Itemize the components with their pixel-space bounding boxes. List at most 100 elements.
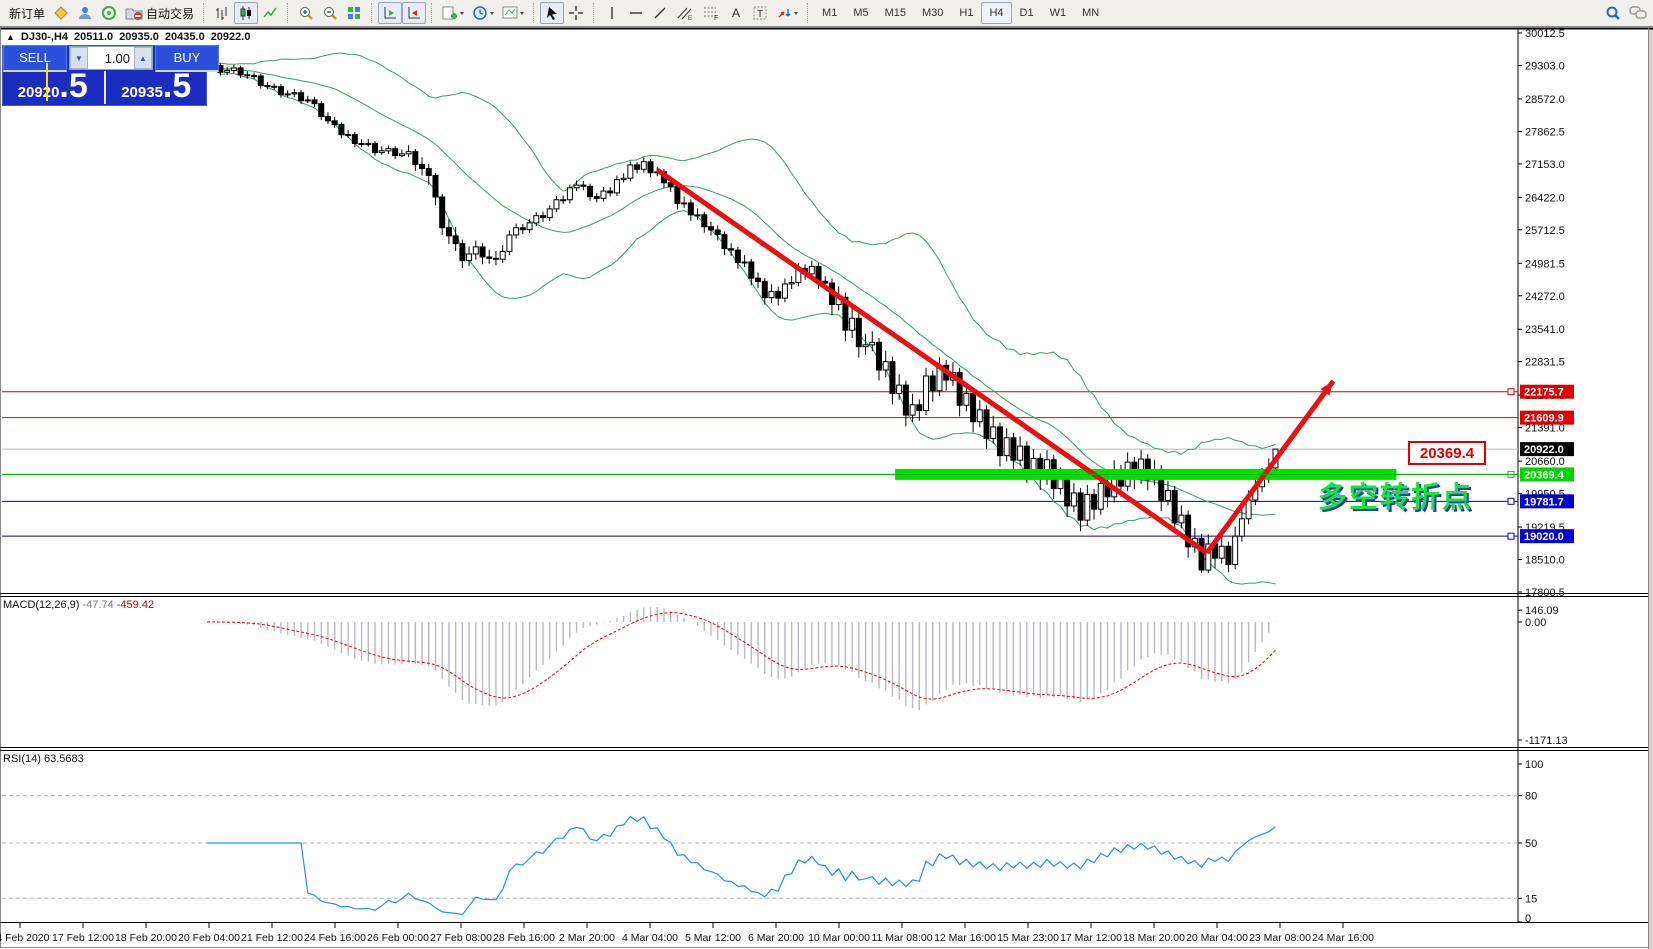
svg-text:A: A (732, 6, 740, 20)
svg-text:27862.5: 27862.5 (1525, 126, 1565, 138)
toolbar-separator (807, 3, 809, 23)
vline-icon[interactable] (600, 2, 624, 24)
timeframe-h4[interactable]: H4 (981, 2, 1011, 24)
svg-text:19020.0: 19020.0 (1524, 531, 1564, 543)
toolbar-separator (533, 3, 535, 23)
signals-icon[interactable] (97, 2, 121, 24)
sell-price[interactable]: 20920 .5 (2, 71, 104, 104)
bar-open: 20511.0 (74, 31, 113, 43)
svg-text:25712.5: 25712.5 (1525, 225, 1565, 237)
svg-text:0: 0 (1525, 913, 1531, 925)
text-icon[interactable]: A (724, 2, 748, 24)
svg-text:4 Mar 04:00: 4 Mar 04:00 (622, 932, 678, 944)
rsi-label: RSI(14) 63.5683 (3, 753, 84, 765)
timeframe-m5[interactable]: M5 (845, 2, 876, 24)
svg-text:17800.5: 17800.5 (1525, 587, 1565, 599)
volume-increase-button[interactable]: ▲ (134, 47, 152, 69)
sell-price-main: 20920 (18, 84, 60, 101)
new-chart-icon[interactable] (438, 2, 468, 24)
chart-candles-icon[interactable] (234, 2, 258, 24)
chart-bars-icon[interactable] (210, 2, 234, 24)
arrows-icon[interactable] (772, 2, 802, 24)
toolbar-separator (203, 3, 205, 23)
svg-text:20369.4: 20369.4 (1524, 469, 1565, 481)
svg-text:T: T (757, 9, 763, 20)
metaeditor-icon[interactable] (49, 2, 73, 24)
toolbar-separator (593, 3, 595, 23)
hline-icon[interactable] (624, 2, 648, 24)
tile-windows-icon[interactable] (342, 2, 366, 24)
symbol-period: DJ30-,H4 (21, 31, 68, 43)
timeframe-m15[interactable]: M15 (877, 2, 914, 24)
timeframe-m30[interactable]: M30 (914, 2, 951, 24)
volume-input[interactable] (88, 50, 134, 67)
autotrading-button[interactable]: 自动交易 (121, 2, 198, 24)
panel-expander-icon[interactable]: ▲ (6, 32, 15, 42)
new-order-button[interactable]: 新订单 (2, 2, 49, 24)
rsi-name: RSI(14) (3, 753, 41, 765)
sell-button[interactable]: SELL (3, 45, 67, 72)
zoom-out-icon[interactable] (318, 2, 342, 24)
svg-text:10 Mar 00:00: 10 Mar 00:00 (808, 932, 870, 944)
svg-text:29303.0: 29303.0 (1525, 60, 1565, 72)
svg-text:-1171.13: -1171.13 (1525, 735, 1568, 747)
one-click-trading-panel: SELL ▼ ▲ BUY 20920 .5 20935 .5 (2, 45, 207, 106)
buy-price[interactable]: 20935 .5 (106, 71, 208, 104)
sell-price-fraction: .5 (59, 71, 87, 101)
templates-icon[interactable] (498, 2, 528, 24)
search-icon[interactable] (1601, 2, 1625, 24)
svg-text:18 Mar 20:00: 18 Mar 20:00 (1123, 932, 1185, 944)
turning-point-annotation[interactable]: 多空转折点 (1318, 474, 1473, 516)
svg-text:23541.0: 23541.0 (1525, 324, 1565, 336)
chart-shift-icon[interactable] (402, 2, 426, 24)
channel-icon[interactable]: E (672, 2, 698, 24)
community-icon[interactable] (73, 2, 97, 24)
svg-text:50: 50 (1525, 838, 1537, 850)
buy-price-main: 20935 (121, 84, 163, 101)
timeframe-m1[interactable]: M1 (814, 2, 845, 24)
svg-text:15 Mar 23:00: 15 Mar 23:00 (997, 932, 1059, 944)
svg-text:2 Mar 20:00: 2 Mar 20:00 (559, 932, 615, 944)
svg-text:11 Mar 08:00: 11 Mar 08:00 (871, 932, 932, 944)
svg-text:146.09: 146.09 (1525, 605, 1559, 617)
price-annotation-box[interactable]: 20369.4 (1408, 441, 1486, 465)
svg-text:0.00: 0.00 (1525, 617, 1546, 629)
bar-high: 20935.0 (119, 31, 159, 43)
timeframe-w1[interactable]: W1 (1042, 2, 1075, 24)
zoom-in-icon[interactable] (294, 2, 318, 24)
main-toolbar: 新订单 自动交易 E F A T M1M5M15M30H1H4D1W1MN (0, 0, 1653, 27)
cursor-icon[interactable] (540, 2, 564, 24)
fibonacci-icon[interactable]: F (698, 2, 724, 24)
svg-text:80: 80 (1525, 791, 1537, 803)
chat-icon[interactable] (1625, 2, 1651, 24)
timeframe-mn[interactable]: MN (1074, 2, 1107, 24)
svg-text:F: F (714, 15, 718, 21)
timeframe-d1[interactable]: D1 (1012, 2, 1042, 24)
svg-text:22175.7: 22175.7 (1524, 387, 1564, 399)
svg-text:5 Mar 12:00: 5 Mar 12:00 (685, 932, 741, 944)
svg-text:20 Mar 04:00: 20 Mar 04:00 (1186, 932, 1248, 944)
macd-signal-value: -459.42 (117, 599, 154, 611)
chart-line-icon[interactable] (258, 2, 282, 24)
timeframe-h1[interactable]: H1 (951, 2, 981, 24)
auto-scroll-icon[interactable] (378, 2, 402, 24)
trendline-icon[interactable] (648, 2, 672, 24)
chart-title: ▲ DJ30-,H4 20511.0 20935.0 20435.0 20922… (6, 31, 250, 43)
svg-text:27 Feb 08:00: 27 Feb 08:00 (430, 932, 492, 944)
autotrading-label: 自动交易 (146, 5, 194, 22)
toolbar-separator (371, 3, 373, 23)
svg-text:28572.0: 28572.0 (1525, 94, 1565, 106)
macd-name: MACD(12,26,9) (3, 599, 79, 611)
periods-icon[interactable] (468, 2, 498, 24)
volume-decrease-button[interactable]: ▼ (70, 47, 88, 69)
crosshair-icon[interactable] (564, 2, 588, 24)
macd-value: -47.74 (82, 599, 113, 611)
svg-text:20660.0: 20660.0 (1525, 456, 1565, 468)
svg-text:28 Feb 16:00: 28 Feb 16:00 (493, 932, 555, 944)
svg-text:6 Mar 20:00: 6 Mar 20:00 (748, 932, 804, 944)
svg-text:12 Mar 16:00: 12 Mar 16:00 (934, 932, 996, 944)
svg-text:15: 15 (1525, 893, 1537, 905)
svg-text:26 Feb 00:00: 26 Feb 00:00 (367, 932, 429, 944)
bar-low: 20435.0 (165, 31, 205, 43)
label-icon[interactable]: T (748, 2, 772, 24)
